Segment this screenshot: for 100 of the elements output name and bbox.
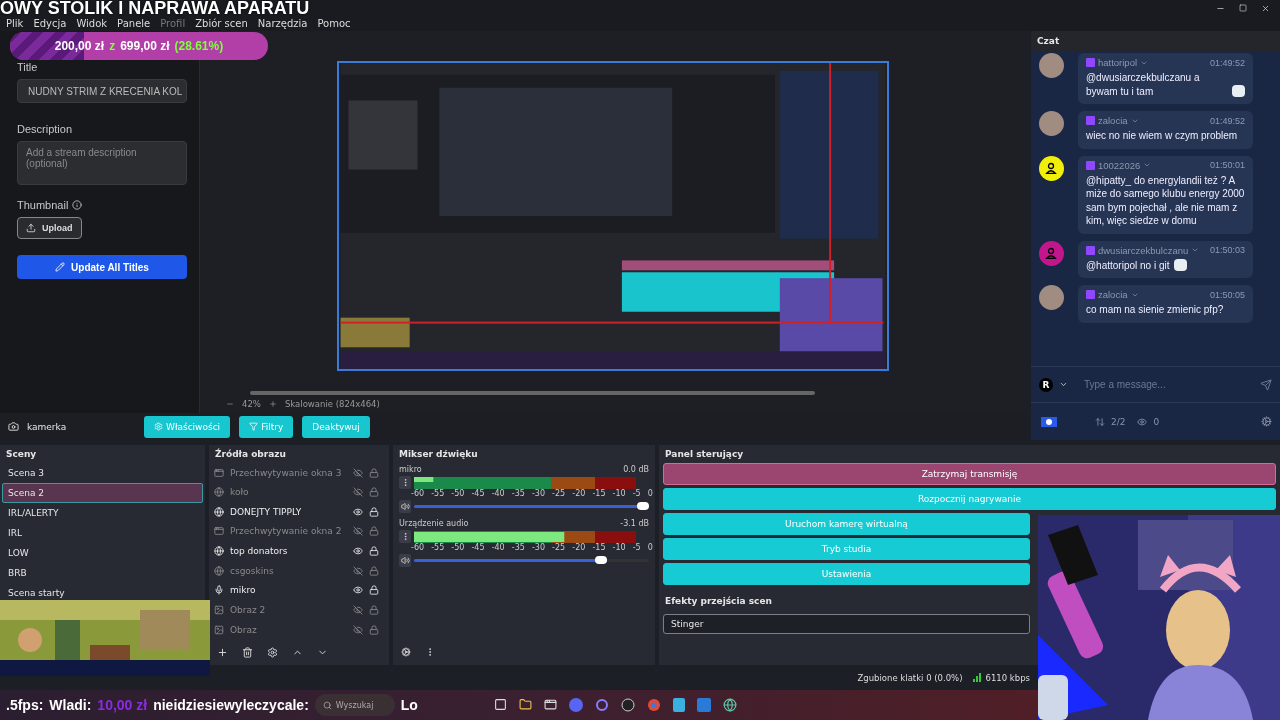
image-icon [214,624,224,635]
lock-icon[interactable] [369,585,379,596]
scale-tick: -45 [471,543,485,552]
chat-title: Czat [1030,31,1280,51]
source-item[interactable]: mikro [230,585,347,596]
platform-icon [1085,58,1095,67]
chevron-icon[interactable] [1191,246,1200,254]
close-icon[interactable] [1261,3,1270,13]
volume-icon[interactable] [399,500,411,513]
scroll-bar[interactable] [250,391,815,395]
source-item[interactable]: top donators [230,546,347,557]
avatar [1038,111,1064,136]
menu-item[interactable]: Narzędzia [257,18,308,29]
eye-off-icon[interactable] [353,605,363,616]
search-icon [322,700,332,710]
menu-item[interactable]: Plik [6,18,24,29]
slider-thumb[interactable] [594,556,607,564]
source-item[interactable]: Obraz [230,624,347,635]
camera-icon [8,421,19,432]
chat-username[interactable]: hattoripol [1097,57,1138,68]
scene-item[interactable]: IRL [2,523,203,543]
delete-icon[interactable] [242,646,253,658]
title-field[interactable]: NUDNY STRIM Z KRECENIA KOL [17,79,187,103]
eye-off-icon[interactable] [353,565,363,576]
search-field[interactable]: Wyszukaj [314,694,395,716]
slider-thumb[interactable] [637,502,649,510]
channel-reading: 0.0 dB [623,465,649,474]
platform-icon [1085,160,1095,170]
chat-time: 01:50:05 [1209,289,1245,300]
globe-icon [214,546,224,557]
eye-off-icon[interactable] [353,467,363,478]
menu-item[interactable]: Panele [117,18,151,29]
scale-tick: -10 [612,489,626,498]
source-item[interactable]: Obraz 2 [230,605,347,616]
message-field[interactable]: Type a message... [1081,378,1254,391]
scenes-title: Sceny [5,448,38,461]
chevron-icon[interactable] [1058,380,1068,389]
menu-item[interactable]: Pomoc [317,18,351,29]
source-item[interactable]: DONEJTY TIPPLY [230,506,347,517]
eye-icon[interactable] [353,546,363,557]
source-item[interactable]: koło [230,487,347,498]
folder-icon[interactable] [518,698,532,711]
source-item[interactable]: Przechwytywanie okna 3 [230,467,347,478]
window-icon [214,467,224,478]
controls-title: Panel sterujący [664,448,745,461]
scene-item[interactable]: BRB [2,563,203,583]
scene-item[interactable]: Scena starty [2,583,203,603]
connection-count: 2/2 [1110,416,1126,427]
chat-username[interactable]: zalocia [1097,289,1128,300]
scale-tick: -30 [531,489,545,498]
volume-slider[interactable] [414,505,649,508]
add-icon[interactable] [217,646,228,658]
scene-item[interactable]: Scena 2 [2,483,203,503]
globe-icon [214,506,224,517]
menu-item[interactable]: Widok [76,18,108,29]
channel-name: mikro [399,465,422,474]
chat-username[interactable]: 10022026 [1097,159,1141,171]
maximize-icon[interactable] [1239,4,1247,12]
filter-icon [249,422,259,431]
menu-icon[interactable] [399,476,411,489]
scene-item[interactable]: Scena 3 [2,463,203,483]
scale-tick: -45 [471,489,485,498]
upload-button[interactable]: Upload [17,217,82,239]
control-button[interactable]: Zatrzymaj transmisję [663,463,1276,485]
menu-item[interactable]: Edycja [33,18,67,29]
chat-username[interactable]: dwusiarczekbulczanu [1097,244,1189,256]
lock-icon[interactable] [369,506,379,517]
settings-icon[interactable] [1261,416,1272,427]
scene-item[interactable]: LOW [2,543,203,563]
scale-tick: -35 [511,489,525,498]
source-item[interactable]: Przechwytywanie okna 2 [230,526,347,537]
scene-item[interactable]: IRL/ALERTY [2,503,203,523]
volume-slider[interactable] [414,559,649,562]
eye-icon[interactable] [353,585,363,596]
zoom-in-icon[interactable] [268,400,277,408]
upload-icon [26,223,36,233]
description-field[interactable]: Add a stream description (optional) [17,141,187,185]
lock-icon[interactable] [369,546,379,557]
eye-off-icon[interactable] [353,624,363,635]
update-titles-button[interactable]: Update All Titles [17,255,187,279]
account-badge[interactable]: R [1038,377,1053,392]
volume-icon[interactable] [399,554,411,567]
browser-icon[interactable] [646,698,661,712]
source-item[interactable]: csgoskins [230,565,347,576]
eye-off-icon[interactable] [353,526,363,537]
viewer-count: 0 [1153,416,1160,427]
send-icon[interactable] [1260,378,1272,391]
chat-text: @hipatty_ do energylandii też ? A miże do samego klubu energy 2000 sam bym pojechał , ale nie mam z kim, więc siedze w domu [1085,173,1245,228]
chat-username[interactable]: zalocia [1097,115,1128,126]
scale-tick: -55 [431,543,445,552]
eye-icon[interactable] [353,506,363,517]
menu-icon[interactable] [399,530,411,543]
menu-item[interactable]: Zbiór scen [195,18,248,29]
ring-icon[interactable] [594,698,609,712]
chevron-icon[interactable] [1143,161,1152,169]
eye-off-icon[interactable] [353,487,363,498]
ticker-text: Lo [400,697,418,713]
globe-icon[interactable] [722,698,737,712]
transition-select[interactable]: Stinger [663,614,1030,634]
task-view-icon[interactable] [493,698,507,711]
